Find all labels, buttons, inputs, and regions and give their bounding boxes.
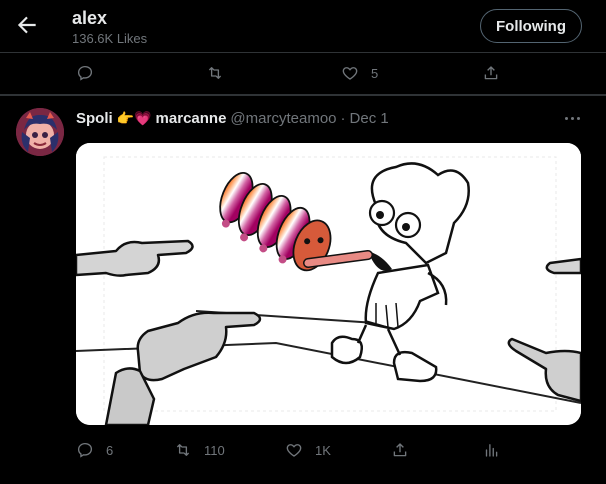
tweet-date[interactable]: Dec 1 <box>350 110 389 127</box>
cartoon-illustration <box>76 143 581 425</box>
tweet-actions: 6 110 1K <box>0 430 606 470</box>
share-icon <box>393 443 407 457</box>
retweet-button[interactable]: 110 <box>174 441 225 459</box>
retweet-icon <box>176 444 190 456</box>
analytics-button[interactable] <box>482 441 500 459</box>
reply-button[interactable] <box>76 64 94 82</box>
divider <box>0 94 606 96</box>
display-name[interactable]: Spoli <box>76 110 113 127</box>
avatar-image <box>16 108 64 156</box>
more-icon-dot <box>576 116 580 120</box>
tweet-media-image[interactable] <box>76 143 581 425</box>
heart-icon <box>286 444 302 457</box>
like-count: 1K <box>315 442 331 458</box>
likes-count: 136.6K Likes <box>72 31 148 46</box>
like-count: 5 <box>371 65 379 81</box>
profile-name: alex <box>72 8 108 28</box>
back-button[interactable] <box>14 12 40 38</box>
avatar[interactable] <box>16 108 64 156</box>
reply-icon <box>77 442 93 458</box>
share-button[interactable] <box>391 441 409 459</box>
profile-header: alex 136.6K Likes Following <box>0 0 606 52</box>
more-icon-dot <box>570 116 574 120</box>
analytics-icon <box>485 444 498 457</box>
retweet-count: 110 <box>204 442 225 458</box>
following-button[interactable]: Following <box>480 9 582 43</box>
retweet-button[interactable] <box>206 64 224 82</box>
prev-tweet-actions: 5 <box>0 53 606 93</box>
reply-button[interactable]: 6 <box>76 441 113 459</box>
like-button[interactable]: 5 <box>341 64 378 82</box>
retweet-icon <box>208 67 222 79</box>
reply-icon <box>77 65 93 81</box>
more-icon <box>564 116 568 120</box>
separator-dot: · <box>340 110 346 127</box>
tweet-header: Spoli 👉💗 marcanne @marcyteamoo · Dec 1 <box>76 110 389 127</box>
like-button[interactable]: 1K <box>285 441 331 459</box>
arrow-left-icon <box>17 16 36 34</box>
display-name-emoji: 👉💗 <box>116 110 152 126</box>
share-button[interactable] <box>482 64 500 82</box>
display-name-suffix[interactable]: marcanne <box>156 110 227 127</box>
user-handle[interactable]: @marcyteamoo <box>230 110 336 127</box>
share-icon <box>484 66 498 80</box>
reply-count: 6 <box>106 442 114 458</box>
heart-icon <box>342 67 358 80</box>
more-button[interactable] <box>560 110 584 126</box>
